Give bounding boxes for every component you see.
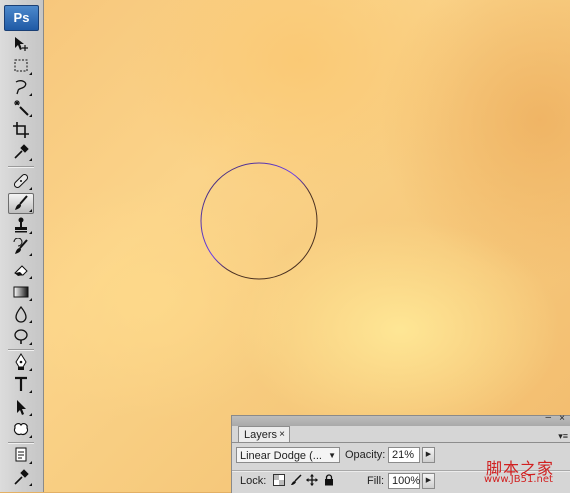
opacity-label: Opacity:: [345, 449, 386, 461]
clone-stamp-tool-icon[interactable]: [9, 216, 33, 235]
gradient-tool-icon[interactable]: [9, 283, 33, 302]
dodge-tool-icon[interactable]: [9, 327, 33, 346]
tab-layers[interactable]: Layers ×: [238, 426, 290, 442]
watermark-url: www.JB51.net: [484, 474, 553, 485]
brush-tool-icon[interactable]: [8, 193, 34, 214]
photoshop-logo[interactable]: Ps: [4, 5, 39, 31]
move-tool-icon[interactable]: [9, 35, 33, 54]
opacity-input[interactable]: 21%: [388, 447, 420, 463]
lock-position-icon[interactable]: [306, 474, 318, 486]
lasso-tool-icon[interactable]: [9, 78, 33, 97]
eraser-tool-icon[interactable]: [9, 261, 33, 280]
type-tool-icon[interactable]: [9, 375, 33, 394]
blend-mode-value: Linear Dodge (...: [240, 450, 322, 462]
panel-menu-icon[interactable]: ▾≡: [558, 431, 568, 442]
chevron-down-icon: ▼: [328, 451, 336, 460]
fill-slider-button[interactable]: ▶: [422, 473, 435, 489]
healing-brush-tool-icon[interactable]: [9, 172, 33, 191]
blend-mode-select[interactable]: Linear Dodge (... ▼: [236, 447, 340, 463]
eyedropper-tool-icon[interactable]: [9, 143, 33, 162]
tab-layers-label: Layers: [244, 429, 278, 441]
path-selection-tool-icon[interactable]: [9, 398, 33, 417]
panel-minimize-button[interactable]: –: [545, 412, 551, 423]
lock-all-icon[interactable]: [323, 474, 335, 486]
blur-tool-icon[interactable]: [9, 305, 33, 324]
tools-panel: Ps: [0, 0, 44, 492]
custom-shape-tool-icon[interactable]: [9, 420, 33, 439]
lock-transparent-pixels-icon[interactable]: [273, 474, 285, 486]
eyedropper-tool-icon-2[interactable]: [9, 468, 33, 487]
magic-wand-tool-icon[interactable]: [9, 99, 33, 118]
pen-tool-icon[interactable]: [9, 353, 33, 372]
panel-title-bar[interactable]: – ×: [232, 412, 570, 426]
fill-input[interactable]: 100%: [388, 473, 420, 489]
notes-tool-icon[interactable]: [9, 446, 33, 465]
history-brush-tool-icon[interactable]: [9, 238, 33, 257]
opacity-slider-button[interactable]: ▶: [422, 447, 435, 463]
tab-close-icon[interactable]: ×: [279, 427, 285, 443]
fill-label: Fill:: [367, 475, 385, 487]
marquee-tool-icon[interactable]: [9, 57, 33, 76]
crop-tool-icon[interactable]: [9, 121, 33, 140]
lock-label: Lock:: [240, 475, 267, 487]
panel-close-button[interactable]: ×: [559, 413, 565, 424]
lock-image-pixels-icon[interactable]: [290, 474, 302, 486]
